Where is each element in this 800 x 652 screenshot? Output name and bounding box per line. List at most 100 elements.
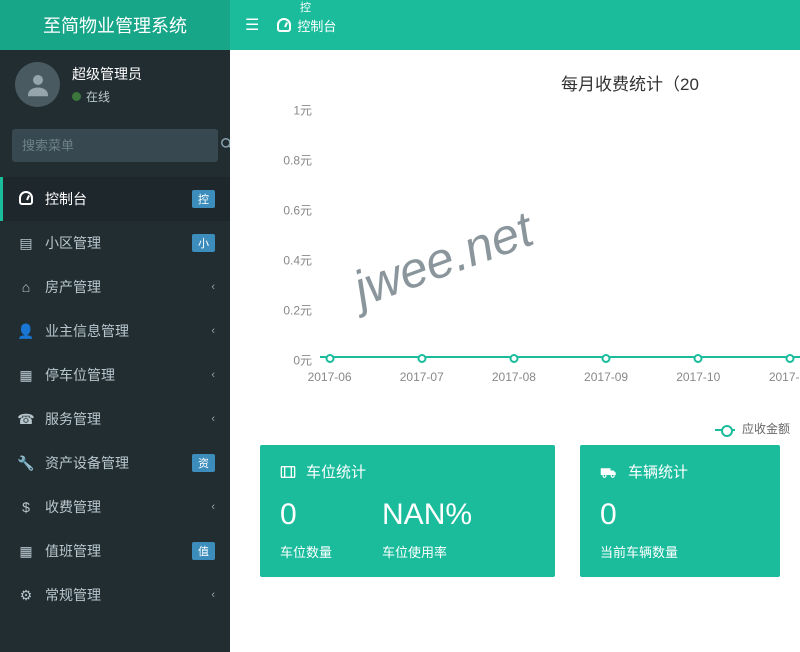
x-tick: 2017-06 (308, 370, 352, 384)
chart-point (694, 354, 703, 363)
menu-label: 房产管理 (45, 277, 211, 297)
y-axis: 0元0.2元0.4元0.6元0.8元1元 (260, 110, 320, 360)
x-tick: 2017-09 (584, 370, 628, 384)
menu-badge: 小 (192, 234, 215, 252)
chevron-left-icon: ‹ (211, 413, 215, 425)
wrench-icon: 🔧 (15, 455, 37, 472)
dollar-icon: $ (15, 499, 37, 515)
user-icon (23, 70, 53, 100)
gauge-icon (15, 191, 37, 208)
home-icon: ⌂ (15, 279, 37, 295)
film-icon (280, 464, 296, 480)
sidebar-item-8[interactable]: ▦ 值班管理值 (0, 529, 230, 573)
user-panel: 超级管理员 在线 (0, 50, 230, 119)
user-name: 超级管理员 (72, 64, 142, 84)
tab-badge: 控 (295, 0, 316, 16)
x-tick: 2017-10 (676, 370, 720, 384)
y-tick: 0.4元 (283, 252, 312, 269)
chart-title: 每月收费统计（20 (260, 70, 800, 95)
chart-line (320, 356, 800, 358)
chevron-left-icon: ‹ (211, 369, 215, 381)
card-parking: 车位统计 0 车位数量 NAN% 车位使用率 (260, 445, 555, 577)
sidebar-item-4[interactable]: ▦ 停车位管理‹ (0, 353, 230, 397)
card-parking-title: 车位统计 (306, 461, 366, 482)
user-info: 超级管理员 在线 (72, 64, 142, 105)
sidebar-item-9[interactable]: ⚙常规管理‹ (0, 573, 230, 617)
avatar (15, 62, 60, 107)
metric-parking-count: 0 车位数量 (280, 498, 332, 561)
chart-plot (320, 110, 800, 360)
sidebar-item-6[interactable]: 🔧 资产设备管理资 (0, 441, 230, 485)
x-axis: 2017-062017-072017-082017-092017-102017-… (320, 370, 800, 390)
chevron-left-icon: ‹ (211, 281, 215, 293)
menu-label: 服务管理 (45, 409, 211, 429)
dashboard-icon (277, 18, 291, 32)
menu-label: 停车位管理 (45, 365, 211, 385)
parking-rate-value: NAN% (382, 498, 472, 532)
calendar-icon: ▦ (15, 543, 37, 560)
metric-parking-rate: NAN% 车位使用率 (382, 498, 472, 561)
menu-toggle-icon[interactable]: ☰ (245, 15, 259, 35)
menu-label: 控制台 (45, 189, 192, 209)
card-vehicle: 车辆统计 0 当前车辆数量 (580, 445, 780, 577)
y-tick: 0.8元 (283, 152, 312, 169)
tab-console[interactable]: 控 控制台 (277, 10, 336, 41)
search-input[interactable] (12, 129, 208, 162)
sidebar-item-0[interactable]: 控制台控 (0, 177, 230, 221)
menu-badge: 控 (192, 190, 215, 208)
menu-label: 值班管理 (45, 541, 192, 561)
sidebar-item-5[interactable]: ☎ 服务管理‹ (0, 397, 230, 441)
parking-rate-label: 车位使用率 (382, 542, 472, 561)
parking-count-label: 车位数量 (280, 542, 332, 561)
metric-vehicle-count: 0 当前车辆数量 (600, 498, 678, 561)
vehicle-count-label: 当前车辆数量 (600, 542, 678, 561)
user-status: 在线 (72, 88, 142, 105)
vehicle-count-value: 0 (600, 498, 678, 532)
legend-label: 应收金额 (742, 422, 790, 436)
menu-badge: 资 (192, 454, 215, 472)
y-tick: 0.6元 (283, 202, 312, 219)
chart-area: 0元0.2元0.4元0.6元0.8元1元 2017-062017-072017-… (260, 110, 800, 420)
sidebar-item-2[interactable]: ⌂ 房产管理‹ (0, 265, 230, 309)
chart-point (602, 354, 611, 363)
sidebar-menu: 控制台控▤小区管理小⌂房产管理‹👤业主信息管理‹▦停车位管理‹☎服务管理‹🔧资产… (0, 177, 230, 617)
chart-point (786, 354, 795, 363)
status-dot-icon (72, 92, 81, 101)
list-icon: ▤ (15, 235, 37, 252)
x-tick: 2017-11 (769, 370, 800, 384)
chevron-left-icon: ‹ (211, 325, 215, 337)
sidebar-item-7[interactable]: $ 收费管理‹ (0, 485, 230, 529)
sidebar-item-3[interactable]: 👤业主信息管理‹ (0, 309, 230, 353)
tab-label: 控制台 (297, 16, 336, 35)
menu-label: 收费管理 (45, 497, 211, 517)
parking-count-value: 0 (280, 498, 332, 532)
legend-marker-icon (715, 429, 735, 431)
sidebar: 超级管理员 在线 控制台控▤小区管理小⌂房产管理‹👤业主信息管理‹▦停车位管理‹… (0, 50, 230, 652)
y-tick: 1元 (293, 102, 312, 119)
menu-label: 资产设备管理 (45, 453, 192, 473)
status-text: 在线 (86, 88, 110, 105)
chart-legend: 应收金额 (715, 410, 800, 437)
stat-cards: 车位统计 0 车位数量 NAN% 车位使用率 车辆统计 0 (260, 420, 800, 577)
app-logo: 至简物业管理系统 (0, 0, 230, 50)
content: 每月收费统计（20 0元 0.2元 0.4元 0.6元 0.8元 1元 2017-06 20… (230, 50, 800, 652)
parking-icon: ▦ (15, 367, 37, 384)
chart-point (325, 354, 334, 363)
chevron-left-icon: ‹ (211, 501, 215, 513)
menu-label: 常规管理 (45, 585, 211, 605)
header-right: ☰ 控 控制台 (230, 10, 351, 41)
menu-label: 小区管理 (45, 233, 192, 253)
header: 至简物业管理系统 ☰ 控 控制台 (0, 0, 800, 50)
search-box (12, 129, 218, 162)
service-icon: ☎ (15, 411, 37, 428)
menu-label: 业主信息管理 (45, 321, 211, 341)
x-tick: 2017-08 (492, 370, 536, 384)
y-tick: 0.2元 (283, 302, 312, 319)
chart-point (509, 354, 518, 363)
card-parking-header: 车位统计 (280, 461, 535, 482)
card-vehicle-header: 车辆统计 (600, 461, 760, 482)
menu-badge: 值 (192, 542, 215, 560)
sidebar-item-1[interactable]: ▤ 小区管理小 (0, 221, 230, 265)
y-tick: 0元 (293, 352, 312, 369)
chart-point (417, 354, 426, 363)
